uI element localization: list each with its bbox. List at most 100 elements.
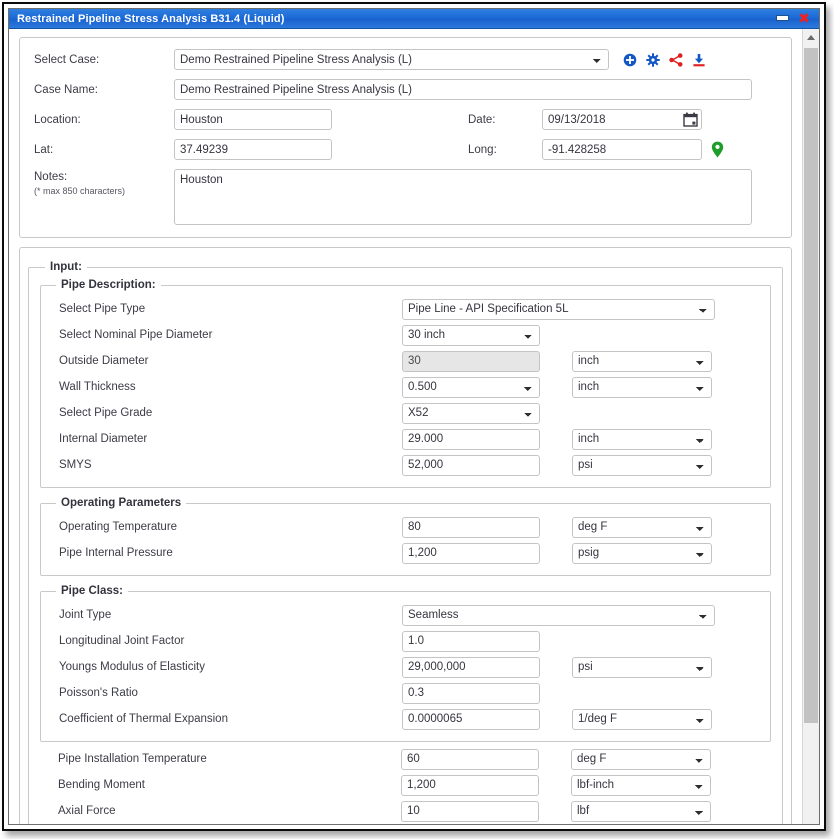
form-row: Select Pipe Type Pipe Line - API Specific…	[51, 296, 760, 322]
pipe-class-legend: Pipe Class:	[61, 585, 123, 597]
pipe-description-rows: Select Pipe Type Pipe Line - API Specific…	[51, 296, 760, 478]
form-row-label: SMYS	[59, 459, 92, 471]
form-row-input[interactable]	[402, 454, 540, 476]
form-row-label: Youngs Modulus of Elasticity	[59, 661, 205, 673]
notes-textarea[interactable]: Houston	[174, 169, 752, 225]
form-row: Axial Force lbf	[50, 798, 761, 824]
form-row-select[interactable]: 30 inch	[402, 324, 540, 346]
window-controls: ✖	[775, 12, 819, 26]
input-fieldset: Input: Pipe Description: Select Pipe Typ…	[28, 261, 783, 824]
long-input[interactable]	[542, 139, 702, 160]
unit-select[interactable]: psi	[572, 656, 712, 678]
input-card: Input: Pipe Description: Select Pipe Typ…	[19, 247, 792, 824]
unit-select[interactable]: inch	[572, 376, 712, 398]
form-row-select[interactable]: Pipe Line - API Specification 5L	[402, 298, 715, 320]
unit-select[interactable]: inch	[572, 428, 712, 450]
form-row-label: Pipe Internal Pressure	[59, 547, 173, 559]
form-row: Select Pipe Grade X52	[51, 400, 760, 426]
form-row-input[interactable]	[402, 630, 540, 652]
map-pin-icon[interactable]	[711, 141, 724, 158]
form-row: Internal Diameter inch	[51, 426, 760, 452]
unit-select[interactable]: 1/deg F	[572, 708, 712, 730]
form-row-select[interactable]: 0.500	[402, 376, 540, 398]
form-row: Select Nominal Pipe Diameter 30 inch	[51, 322, 760, 348]
minimize-icon[interactable]	[775, 13, 790, 24]
location-input[interactable]	[174, 109, 332, 130]
form-row: Poisson's Ratio	[51, 680, 760, 706]
window-frame: Restrained Pipeline Stress Analysis B31.…	[2, 2, 826, 831]
form-row-label: Outside Diameter	[59, 355, 149, 367]
form-row-input[interactable]	[402, 656, 540, 678]
form-row-label: Joint Type	[59, 609, 112, 621]
unit-select[interactable]: psig	[572, 542, 712, 564]
location-date-row: Location: Date:	[34, 109, 777, 130]
scroll-up-arrow-icon[interactable]	[803, 29, 819, 46]
form-row-select[interactable]: X52	[402, 402, 540, 424]
form-row-label: Poisson's Ratio	[59, 687, 138, 699]
unit-select[interactable]: psi	[572, 454, 712, 476]
unit-select[interactable]: lbf	[571, 800, 711, 822]
form-row: Operating Temperature deg F	[51, 514, 760, 540]
pipe-description-legend: Pipe Description:	[61, 279, 156, 291]
notes-hint: (* max 850 characters)	[34, 186, 126, 196]
form-row-label: Internal Diameter	[59, 433, 148, 445]
form-row: Bending Moment lbf-inch	[50, 772, 761, 798]
form-row-label: Select Pipe Type	[59, 303, 146, 315]
form-row: Longitudinal Joint Factor	[51, 628, 760, 654]
bottom-rows: Pipe Installation Temperaturedeg FBendin…	[40, 742, 771, 824]
form-row-input[interactable]	[402, 682, 540, 704]
operating-parameters-legend: Operating Parameters	[61, 497, 182, 509]
case-name-input[interactable]	[174, 79, 752, 100]
notes-label-group: Notes: (* max 850 characters)	[34, 169, 174, 196]
form-row-input[interactable]	[402, 542, 540, 564]
form-row: Youngs Modulus of Elasticity psi	[51, 654, 760, 680]
page-content: Select Case: Demo Restrained Pipeline St…	[9, 29, 802, 824]
lat-input[interactable]	[174, 139, 332, 160]
lat-long-row: Lat: Long:	[34, 139, 777, 160]
long-label: Long:	[468, 143, 497, 156]
case-name-row: Case Name:	[34, 79, 777, 100]
window-title: Restrained Pipeline Stress Analysis B31.…	[17, 12, 285, 25]
scrollbar-thumb[interactable]	[804, 48, 818, 723]
notes-label: Notes:	[34, 171, 68, 183]
share-icon[interactable]	[669, 52, 683, 67]
location-label: Location:	[34, 113, 81, 126]
form-row-label: Select Nominal Pipe Diameter	[59, 329, 213, 341]
form-row-label: Operating Temperature	[59, 521, 178, 533]
form-row-input[interactable]	[401, 748, 539, 770]
gear-icon[interactable]	[646, 52, 660, 67]
pipe-class-rows: Joint Type Seamless Longitudinal Joint Fac…	[51, 602, 760, 732]
unit-select[interactable]: deg F	[571, 748, 711, 770]
select-case-dropdown[interactable]: Demo Restrained Pipeline Stress Analysis…	[174, 49, 609, 70]
add-circle-icon[interactable]	[623, 53, 637, 67]
form-row-label: Bending Moment	[58, 779, 145, 791]
unit-select[interactable]: inch	[572, 350, 712, 372]
close-icon[interactable]: ✖	[798, 12, 810, 26]
form-row-input[interactable]	[401, 800, 539, 822]
date-field-wrap	[542, 109, 702, 130]
download-icon[interactable]	[692, 53, 706, 67]
form-row: Outside Diameter inch	[51, 348, 760, 374]
form-row: SMYS psi	[51, 452, 760, 478]
form-row-input	[402, 350, 540, 372]
unit-select[interactable]: lbf-inch	[571, 774, 711, 796]
vertical-scrollbar[interactable]	[802, 29, 819, 824]
form-row-input[interactable]	[401, 774, 539, 796]
case-panel: Select Case: Demo Restrained Pipeline St…	[19, 37, 792, 238]
form-row-select[interactable]: Seamless	[402, 604, 715, 626]
form-row-input[interactable]	[402, 428, 540, 450]
date-input[interactable]	[542, 109, 702, 130]
form-row: Pipe Internal Pressure psig	[51, 540, 760, 566]
form-row-label: Longitudinal Joint Factor	[59, 635, 185, 647]
operating-parameters-rows: Operating Temperaturedeg FPipe Internal …	[51, 514, 760, 566]
form-row: Joint Type Seamless	[51, 602, 760, 628]
pipe-description-fieldset: Pipe Description: Select Pipe Type Pipe L…	[40, 279, 771, 488]
notes-row: Notes: (* max 850 characters) Houston	[34, 169, 777, 225]
form-row-label: Coefficient of Thermal Expansion	[59, 713, 228, 725]
form-row-label: Wall Thickness	[59, 381, 136, 393]
case-name-label: Case Name:	[34, 83, 98, 96]
input-legend: Input:	[50, 261, 82, 273]
form-row-input[interactable]	[402, 708, 540, 730]
unit-select[interactable]: deg F	[572, 516, 712, 538]
form-row-input[interactable]	[402, 516, 540, 538]
